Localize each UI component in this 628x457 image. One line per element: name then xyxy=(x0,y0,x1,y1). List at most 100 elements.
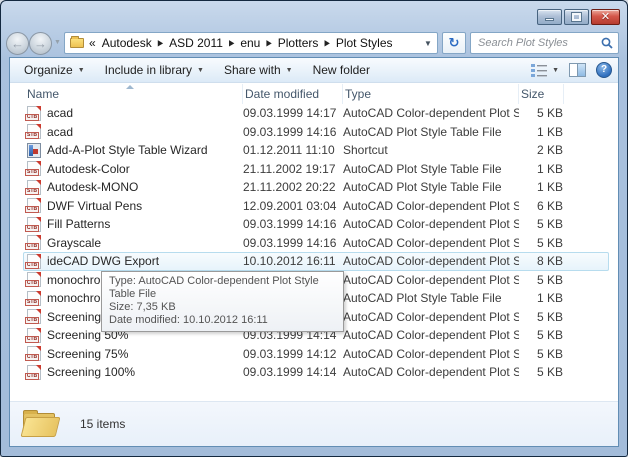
file-size: 5 KB xyxy=(519,217,564,231)
breadcrumb-item-plotters[interactable]: Plotters xyxy=(278,36,319,50)
file-date-modified: 09.03.1999 14:16 xyxy=(243,125,343,139)
file-row[interactable]: STB Autodesk-Color 21.11.2002 19:17 Auto… xyxy=(10,160,618,179)
file-date-modified: 12.09.2001 03:04 xyxy=(243,199,343,213)
help-button[interactable]: ? xyxy=(596,62,612,78)
file-row[interactable]: CTB Screening 100% 09.03.1999 14:14 Auto… xyxy=(10,363,618,382)
file-type: AutoCAD Color-dependent Plot Styl... xyxy=(343,199,519,213)
file-type: AutoCAD Plot Style Table File xyxy=(343,162,519,176)
file-size: 5 KB xyxy=(519,236,564,250)
file-row[interactable]: STB acad 09.03.1999 14:16 AutoCAD Plot S… xyxy=(10,123,618,142)
file-size: 1 KB xyxy=(519,180,564,194)
file-type: AutoCAD Color-dependent Plot Styl... xyxy=(343,236,519,250)
include-in-library-button[interactable]: Include in library ▼ xyxy=(95,58,214,82)
search-icon[interactable] xyxy=(600,36,614,50)
arrow-left-icon: ← xyxy=(11,36,24,51)
file-name: Screening 75% xyxy=(47,347,128,361)
preview-pane-button[interactable] xyxy=(569,63,586,77)
tooltip-size: Size: 7,35 KB xyxy=(109,301,336,314)
file-size: 5 KB xyxy=(519,106,564,120)
column-header-date[interactable]: Date modified xyxy=(243,84,343,104)
maximize-icon xyxy=(572,13,581,21)
ctb-file-icon: CTB xyxy=(27,198,41,213)
file-type: AutoCAD Plot Style Table File xyxy=(343,125,519,139)
chevron-down-icon: ▼ xyxy=(197,66,204,74)
search-input[interactable] xyxy=(478,37,600,49)
file-tooltip: Type: AutoCAD Color-dependent Plot Style… xyxy=(101,271,344,332)
file-name: Fill Patterns xyxy=(47,217,110,231)
file-size: 1 KB xyxy=(519,162,564,176)
maximize-button[interactable] xyxy=(564,9,589,25)
navigation-bar: ← → ▼ « Autodesk ▶ ASD 2011 ▶ enu ▶ Plot… xyxy=(1,29,627,57)
sort-ascending-icon[interactable] xyxy=(126,85,134,89)
file-row[interactable]: CTB ideCAD DWG Export 10.10.2012 16:11 A… xyxy=(23,252,609,271)
refresh-button[interactable]: ↻ xyxy=(442,32,466,54)
file-row[interactable]: Add-A-Plot Style Table Wizard 01.12.2011… xyxy=(10,141,618,160)
title-bar[interactable]: ✕ xyxy=(1,1,627,29)
file-date-modified: 10.10.2012 16:11 xyxy=(243,254,343,268)
close-button[interactable]: ✕ xyxy=(591,9,620,25)
question-mark-icon: ? xyxy=(601,64,607,75)
new-folder-button[interactable]: New folder xyxy=(303,58,380,82)
chevron-right-icon: ▶ xyxy=(324,38,329,48)
file-type: AutoCAD Color-dependent Plot Styl... xyxy=(343,254,519,268)
ctb-file-icon: CTB xyxy=(27,235,41,250)
file-row[interactable]: CTB Grayscale 09.03.1999 14:16 AutoCAD C… xyxy=(10,234,618,253)
tooltip-date: Date modified: 10.10.2012 16:11 xyxy=(109,314,336,327)
breadcrumb-item-asd2011[interactable]: ASD 2011 xyxy=(169,36,223,50)
file-list: CTB acad 09.03.1999 14:17 AutoCAD Color-… xyxy=(10,104,618,400)
toolbar-right-group: ▼ ? xyxy=(530,58,612,82)
column-header-size[interactable]: Size xyxy=(519,84,564,104)
recent-pages-dropdown[interactable]: ▼ xyxy=(54,39,61,46)
file-name: Grayscale xyxy=(47,236,101,250)
address-dropdown-icon[interactable]: ▼ xyxy=(421,39,435,48)
file-size: 5 KB xyxy=(519,310,564,324)
views-icon xyxy=(530,63,548,77)
file-row[interactable]: STB Autodesk-MONO 21.11.2002 20:22 AutoC… xyxy=(10,178,618,197)
file-name: acad xyxy=(47,125,73,139)
file-type: AutoCAD Color-dependent Plot Styl... xyxy=(343,328,519,342)
column-header-type[interactable]: Type xyxy=(343,84,519,104)
file-size: 5 KB xyxy=(519,365,564,379)
file-row[interactable]: CTB Screening 75% 09.03.1999 14:12 AutoC… xyxy=(10,345,618,364)
breadcrumb-overflow[interactable]: « xyxy=(89,36,96,50)
wizard-file-icon xyxy=(27,143,41,158)
new-folder-label: New folder xyxy=(313,63,370,77)
breadcrumb-item-plot-styles[interactable]: Plot Styles xyxy=(336,36,393,50)
file-date-modified: 09.03.1999 14:16 xyxy=(243,217,343,231)
ctb-file-icon: CTB xyxy=(27,328,41,343)
change-view-button[interactable]: ▼ xyxy=(530,63,559,77)
organize-button[interactable]: Organize ▼ xyxy=(14,58,95,82)
details-pane: 15 items xyxy=(10,401,618,446)
file-size: 1 KB xyxy=(519,291,564,305)
file-name: Autodesk-Color xyxy=(47,162,130,176)
explorer-window: ✕ ← → ▼ « Autodesk ▶ ASD 2011 ▶ enu ▶ Pl… xyxy=(0,0,628,457)
file-name: DWF Virtual Pens xyxy=(47,199,142,213)
chevron-right-icon: ▶ xyxy=(266,38,271,48)
address-bar[interactable]: « Autodesk ▶ ASD 2011 ▶ enu ▶ Plotters ▶… xyxy=(64,32,438,54)
chevron-down-icon: ▼ xyxy=(286,66,293,74)
file-type: AutoCAD Plot Style Table File xyxy=(343,180,519,194)
file-row[interactable]: CTB Fill Patterns 09.03.1999 14:16 AutoC… xyxy=(10,215,618,234)
share-label: Share with xyxy=(224,63,281,77)
include-label: Include in library xyxy=(105,63,192,77)
client-area: Organize ▼ Include in library ▼ Share wi… xyxy=(9,57,619,447)
file-row[interactable]: CTB DWF Virtual Pens 12.09.2001 03:04 Au… xyxy=(10,197,618,216)
forward-button[interactable]: → xyxy=(29,32,52,55)
stb-file-icon: STB xyxy=(27,291,41,306)
breadcrumb-item-enu[interactable]: enu xyxy=(240,36,260,50)
share-with-button[interactable]: Share with ▼ xyxy=(214,58,303,82)
stb-file-icon: STB xyxy=(27,124,41,139)
column-headers: Name Date modified Type Size xyxy=(10,84,618,104)
column-header-name[interactable]: Name xyxy=(25,84,243,104)
stb-file-icon: STB xyxy=(27,180,41,195)
file-row[interactable]: CTB acad 09.03.1999 14:17 AutoCAD Color-… xyxy=(10,104,618,123)
minimize-button[interactable] xyxy=(537,9,562,25)
file-size: 1 KB xyxy=(519,125,564,139)
file-size: 5 KB xyxy=(519,273,564,287)
breadcrumb-item-autodesk[interactable]: Autodesk xyxy=(102,36,152,50)
back-button[interactable]: ← xyxy=(6,32,29,55)
file-name: ideCAD DWG Export xyxy=(47,254,159,268)
file-date-modified: 09.03.1999 14:14 xyxy=(243,365,343,379)
file-size: 2 KB xyxy=(519,143,564,157)
file-date-modified: 21.11.2002 20:22 xyxy=(243,180,343,194)
